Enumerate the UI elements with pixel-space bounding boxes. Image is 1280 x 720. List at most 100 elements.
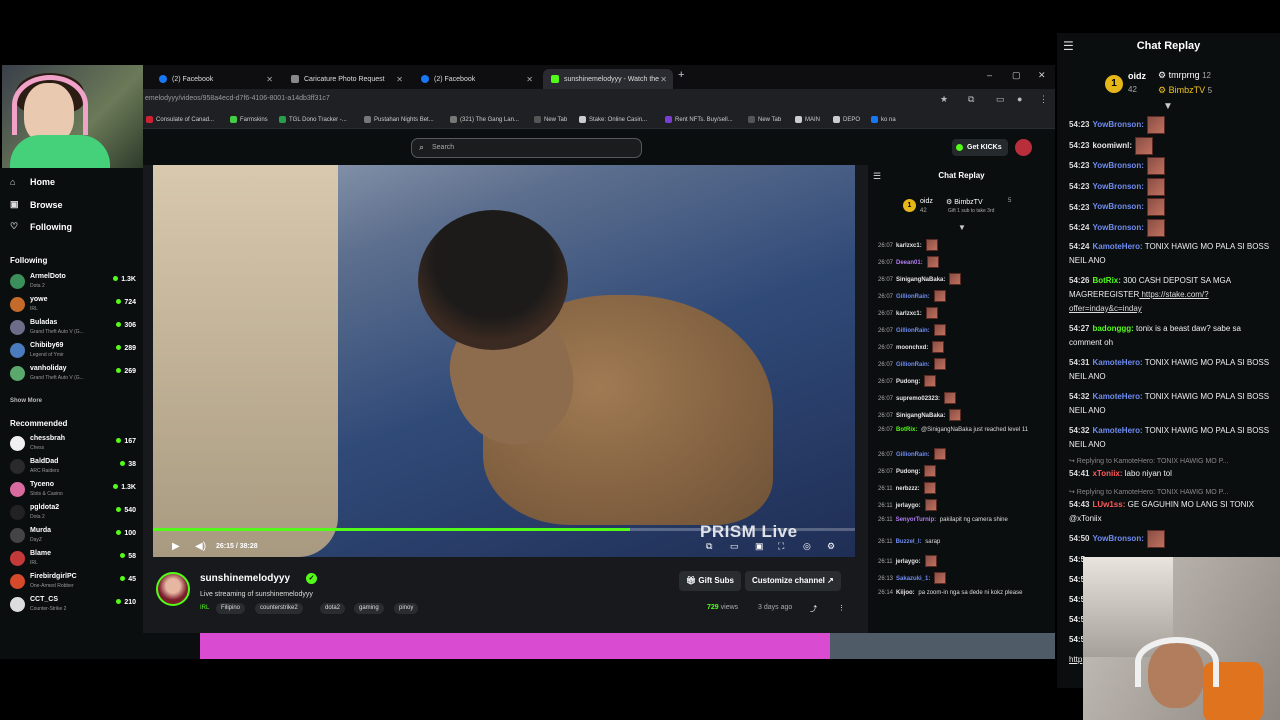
chat-username[interactable]: xToniix:	[1092, 469, 1122, 478]
chat-username[interactable]: YowBronson:	[1092, 182, 1143, 191]
channel-item[interactable]: vanholiday Grand Theft Auto V (G... 269	[10, 364, 138, 386]
bookmark-item[interactable]: Pustahan Nights Bet...	[364, 116, 434, 123]
bookmark-item[interactable]: TGL Dono Tracker -...	[279, 116, 347, 123]
chat-username[interactable]: KamoteHero:	[1092, 426, 1142, 435]
chat-username[interactable]: Sakazuki_1:	[896, 576, 930, 582]
chat-username[interactable]: YowBronson:	[1092, 534, 1143, 543]
bookmark-item[interactable]: DEPO	[833, 116, 860, 123]
chat-username[interactable]: LUw1ss:	[1092, 500, 1125, 509]
minimize-icon[interactable]: –	[987, 70, 992, 80]
nav-home[interactable]: ⌂ Home	[10, 177, 55, 187]
close-tab-icon[interactable]: ✕	[266, 75, 273, 84]
fullscreen-icon[interactable]: ⛶	[778, 541, 784, 552]
channel-avatar[interactable]	[156, 572, 190, 606]
tag-chip[interactable]: dota2	[320, 603, 346, 614]
nav-following[interactable]: ♡ Following	[10, 221, 72, 232]
chat-username[interactable]: Kiijoo:	[896, 590, 915, 596]
bookmark-item[interactable]: (321) The Gang Lan...	[450, 116, 519, 123]
play-icon[interactable]: ▶	[172, 541, 180, 552]
chat-username[interactable]: KamoteHero:	[1092, 392, 1142, 401]
quality-icon[interactable]: ◎	[803, 541, 811, 552]
search-input[interactable]: ⌕ Search	[411, 138, 642, 158]
clip-icon[interactable]: ⧉	[706, 541, 712, 552]
chat-username[interactable]: Pudong:	[896, 379, 920, 385]
close-tab-icon[interactable]: ✕	[526, 75, 533, 84]
star-icon[interactable]: ★	[940, 94, 948, 105]
theater-icon[interactable]: ▭	[730, 541, 739, 552]
chat-username[interactable]: YowBronson:	[1092, 223, 1143, 232]
chat-username[interactable]: Deean01:	[896, 260, 923, 266]
channel-item[interactable]: Buladas Grand Theft Auto V (G... 306	[10, 318, 138, 340]
user-avatar[interactable]	[1015, 139, 1032, 156]
bookmark-item[interactable]: New Tab	[534, 116, 567, 123]
chat-username[interactable]: karlzxc1:	[896, 311, 922, 317]
close-tab-icon[interactable]: ✕	[660, 75, 667, 84]
channel-item[interactable]: CCT_CS Counter-Strike 2 210	[10, 595, 138, 617]
bookmark-item[interactable]: New Tab	[748, 116, 781, 123]
new-tab-icon[interactable]: +	[678, 69, 684, 81]
chat-username[interactable]: GillionRain:	[896, 328, 930, 334]
chat-username[interactable]: GillionRain:	[896, 294, 930, 300]
channel-item[interactable]: ArmelDoto Dota 2 1.3K	[10, 272, 138, 294]
channel-item[interactable]: Chibiby69 Legend of Ymir 289	[10, 341, 138, 363]
channel-item[interactable]: Murda DayZ 100	[10, 526, 138, 548]
channel-item[interactable]: FirebirdgirlPC One-Armed Robber 45	[10, 572, 138, 594]
show-more-link[interactable]: Show More	[10, 398, 42, 404]
chat-username[interactable]: SinigangNaBaka:	[896, 413, 945, 419]
tag-chip[interactable]: pinoy	[394, 603, 419, 614]
browser-tab[interactable]: (2) Facebook ✕	[151, 69, 279, 89]
bookmark-item[interactable]: MAIN	[795, 116, 820, 123]
customize-channel-button[interactable]: Customize channel ↗	[745, 571, 841, 591]
close-tab-icon[interactable]: ✕	[396, 75, 403, 84]
chat-username[interactable]: badonggg:	[1092, 324, 1133, 333]
chat-username[interactable]: YowBronson:	[1092, 120, 1143, 129]
gift-subs-button[interactable]: 🎁︎ Gift Subs	[679, 571, 741, 591]
chat-username[interactable]: YowBronson:	[1092, 161, 1143, 170]
chat-username[interactable]: jerlaygo:	[896, 559, 921, 565]
bookmark-item[interactable]: Stake: Online Casin...	[579, 116, 647, 123]
nav-browse[interactable]: ▣ Browse	[10, 199, 63, 210]
channel-item[interactable]: yowe IRL 724	[10, 295, 138, 317]
chat-username[interactable]: GillionRain:	[896, 452, 930, 458]
chat-username[interactable]: Buzzel_l:	[896, 539, 922, 545]
chat-username[interactable]: Pudong:	[896, 469, 920, 475]
maximize-icon[interactable]: ▢	[1012, 70, 1021, 81]
profile-icon[interactable]: ●	[1017, 94, 1022, 104]
chat-username[interactable]: nerbzzz:	[896, 486, 920, 492]
channel-item[interactable]: Tyceno Slots & Casino 1.3K	[10, 480, 138, 502]
bookmark-item[interactable]: ko na	[871, 116, 896, 123]
more-options-icon[interactable]: ⋮	[838, 604, 845, 612]
share-icon[interactable]: ⤴	[810, 604, 817, 614]
tag-chip[interactable]: counterstrike2	[255, 603, 303, 614]
chat-username[interactable]: KamoteHero:	[1092, 242, 1142, 251]
pip-icon[interactable]: ▣	[755, 541, 764, 552]
browser-tab[interactable]: (2) Facebook ✕	[413, 69, 539, 89]
chat-username[interactable]: koomiwnl:	[1092, 141, 1132, 150]
cast-icon[interactable]: ▭	[996, 94, 1005, 105]
settings-icon[interactable]: ⚙	[827, 541, 835, 552]
get-kicks-button[interactable]: Get KICKs	[952, 139, 1008, 156]
chat-username[interactable]: supremo02323:	[896, 396, 940, 402]
channel-item[interactable]: Blame IRL 58	[10, 549, 138, 571]
volume-icon[interactable]: ◀)	[195, 541, 206, 552]
channel-item[interactable]: pgldota2 Dota 2 540	[10, 503, 138, 525]
chat-username[interactable]: GillionRain:	[896, 362, 930, 368]
tag-chip[interactable]: gaming	[354, 603, 384, 614]
category-link[interactable]: IRL	[200, 603, 209, 614]
chat-username[interactable]: KamoteHero:	[1092, 358, 1142, 367]
kebab-menu-icon[interactable]: ⋮	[1039, 94, 1048, 105]
video-player[interactable]	[153, 165, 855, 557]
chat-username[interactable]: SenyorTurnip:	[896, 517, 937, 523]
browser-tab-active[interactable]: sunshinemelodyyy - Watch the ✕	[543, 69, 673, 89]
address-bar[interactable]: emelodyyy/videos/958a4ecd-d7f6-4106-8001…	[143, 89, 1055, 111]
channel-item[interactable]: chessbrah Chess 167	[10, 434, 138, 456]
chat-username[interactable]: moonchxd:	[896, 345, 928, 351]
chat-username[interactable]: SinigangNaBaka:	[896, 277, 945, 283]
chat-username[interactable]: karlzxc1:	[896, 243, 922, 249]
scroll-down-icon[interactable]: ▼	[958, 223, 966, 232]
channel-item[interactable]: BaldDad ARC Raiders 38	[10, 457, 138, 479]
channel-name[interactable]: sunshinemelodyyy	[200, 573, 290, 584]
bookmark-item[interactable]: Consulate of Canad...	[146, 116, 214, 123]
close-window-icon[interactable]: ✕	[1038, 70, 1046, 81]
chat-username[interactable]: jerlaygo:	[896, 503, 921, 509]
